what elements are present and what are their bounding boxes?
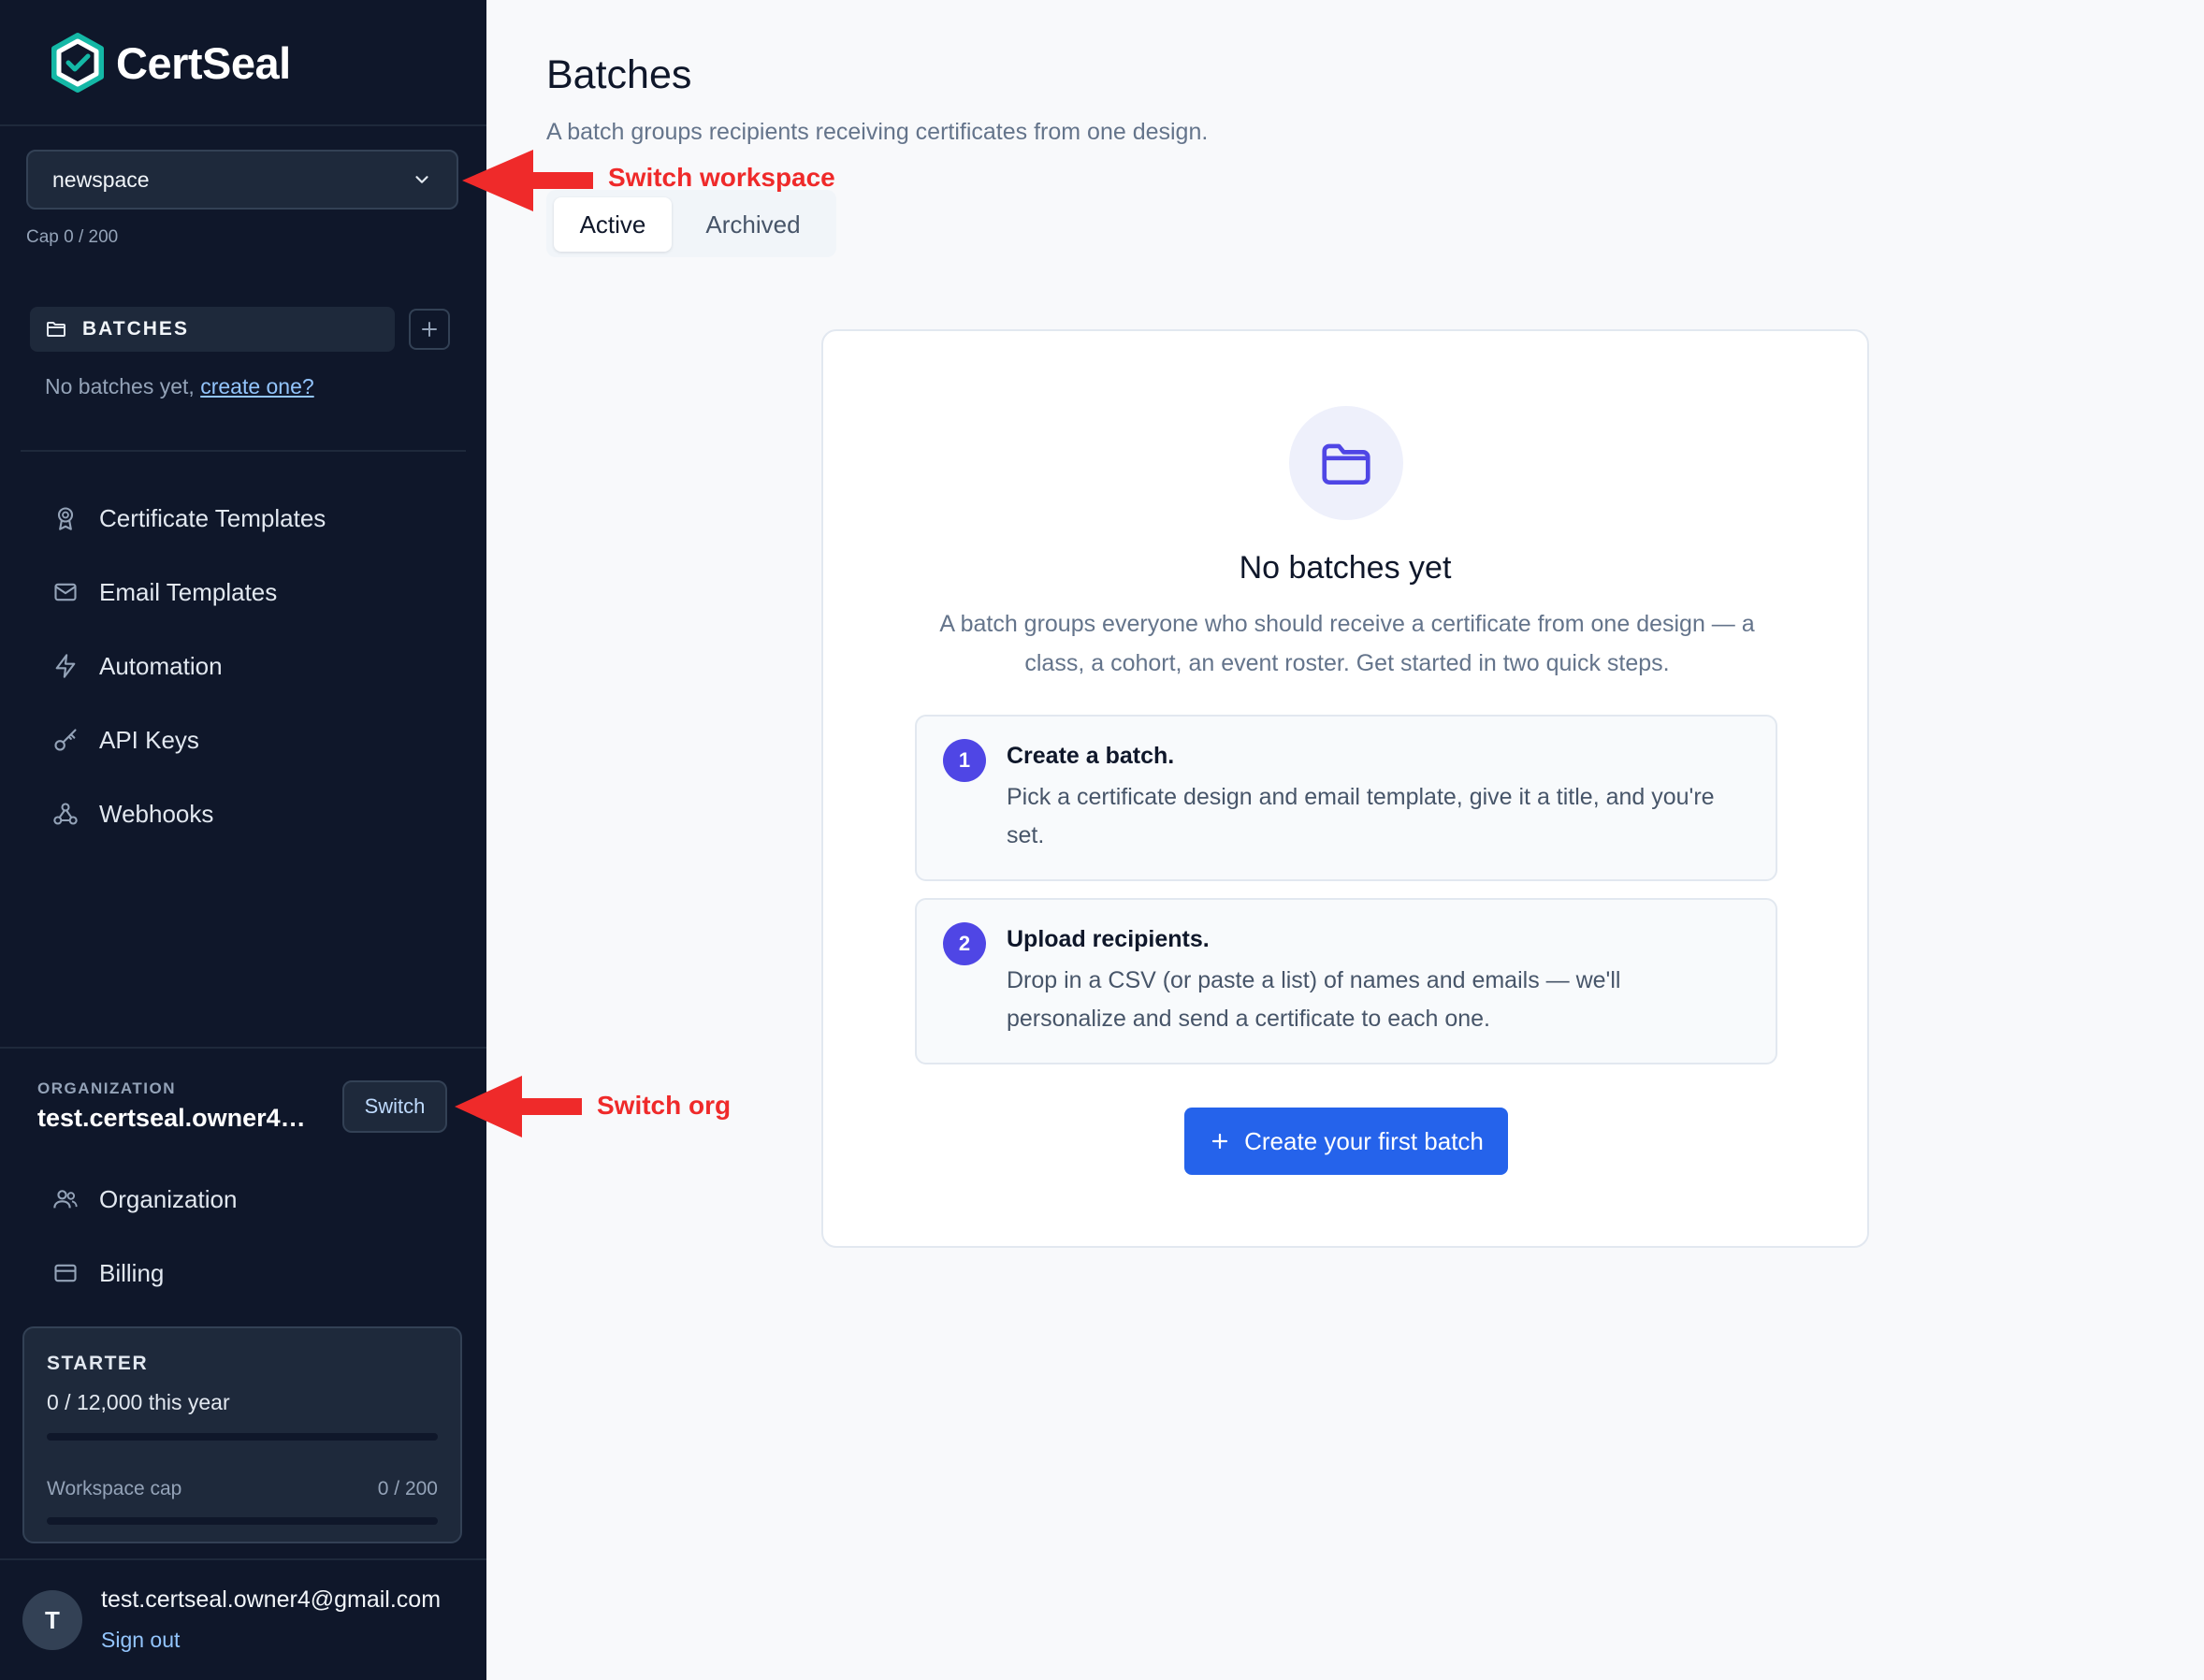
- webhook-icon: [53, 803, 78, 825]
- plan-usage-bar: [47, 1433, 438, 1441]
- nav-label: Billing: [99, 1258, 165, 1287]
- create-first-batch-label: Create your first batch: [1244, 1126, 1484, 1155]
- nav-item-email-templates[interactable]: Email Templates: [52, 573, 277, 611]
- page-subtitle: A batch groups recipients receiving cert…: [546, 119, 1209, 145]
- workspace-cap-label: Workspace cap: [47, 1478, 182, 1499]
- key-icon: [54, 729, 77, 751]
- batches-section-label: BATCHES: [82, 318, 189, 340]
- workspace-cap-bar: [47, 1517, 438, 1525]
- plan-usage-text: 0 / 12,000 this year: [47, 1390, 230, 1414]
- nav-item-certificate-templates[interactable]: Certificate Templates: [52, 500, 326, 537]
- annotation-switch-workspace: Switch workspace: [608, 163, 835, 192]
- nav-label: Email Templates: [99, 577, 278, 606]
- empty-state-illustration: [1289, 406, 1403, 520]
- sign-out-link[interactable]: Sign out: [101, 1628, 180, 1653]
- credit-card-icon: [54, 1264, 77, 1282]
- nav-label: Organization: [99, 1184, 238, 1213]
- create-first-batch-button[interactable]: Create your first batch: [1184, 1108, 1508, 1175]
- nav-label: Automation: [99, 651, 223, 680]
- divider: [21, 450, 466, 452]
- page-title: Batches: [546, 52, 692, 97]
- onboarding-step: 2 Upload recipients. Drop in a CSV (or p…: [915, 898, 1777, 1064]
- empty-state-card: No batches yet A batch groups everyone w…: [821, 329, 1869, 1248]
- zap-icon: [55, 654, 76, 678]
- batches-section-header[interactable]: BATCHES: [30, 307, 395, 352]
- user-email: test.certseal.owner4@gmail.com: [101, 1586, 442, 1613]
- nav-item-organization[interactable]: Organization: [52, 1180, 237, 1218]
- certseal-logo-icon: [51, 33, 104, 93]
- award-icon: [57, 507, 74, 530]
- nav-label: API Keys: [99, 725, 199, 754]
- plan-usage-card: STARTER 0 / 12,000 this year Workspace c…: [22, 1326, 462, 1543]
- step-title: Upload recipients.: [1007, 926, 1210, 952]
- organization-caption: ORGANIZATION: [37, 1079, 177, 1097]
- create-batch-link[interactable]: create one?: [200, 374, 313, 398]
- empty-state-description: A batch groups everyone who should recei…: [939, 611, 1755, 676]
- annotation-arrow-workspace-icon: [462, 150, 593, 211]
- nav-item-billing[interactable]: Billing: [52, 1254, 164, 1292]
- sidebar: CertSeal newspace Cap 0 / 200 BATCHES No…: [0, 0, 486, 1680]
- app-logo[interactable]: CertSeal: [47, 32, 291, 94]
- workspace-cap-value: 0 / 200: [377, 1478, 438, 1499]
- divider: [0, 1558, 486, 1560]
- tab-archived[interactable]: Archived: [683, 197, 823, 252]
- plus-icon: [422, 322, 437, 337]
- plus-icon: [1212, 1133, 1228, 1150]
- step-number-badge: 1: [943, 739, 986, 782]
- users-icon: [53, 1190, 78, 1209]
- folder-icon: [47, 322, 65, 337]
- workspace-cap: Cap 0 / 200: [26, 227, 119, 247]
- annotation-arrow-org-icon: [455, 1076, 582, 1137]
- empty-state-title: No batches yet: [1239, 550, 1452, 586]
- divider: [0, 124, 486, 126]
- divider: [0, 1047, 486, 1049]
- nav-label: Certificate Templates: [99, 503, 326, 532]
- switch-org-button[interactable]: Switch: [342, 1080, 447, 1133]
- step-title: Create a batch.: [1007, 743, 1175, 769]
- add-batch-button[interactable]: [409, 309, 450, 350]
- folder-icon: [1322, 443, 1370, 485]
- step-text: Pick a certificate design and email temp…: [1007, 784, 1715, 848]
- annotation-switch-org: Switch org: [597, 1091, 732, 1120]
- mail-icon: [54, 583, 77, 601]
- chevron-down-icon: [415, 176, 428, 183]
- workspace-select[interactable]: newspace: [26, 150, 458, 210]
- nav-label: Webhooks: [99, 799, 214, 828]
- step-text: Drop in a CSV (or paste a list) of names…: [1007, 967, 1621, 1032]
- avatar: T: [22, 1590, 82, 1650]
- nav-item-automation[interactable]: Automation: [52, 647, 223, 685]
- no-batches-text: No batches yet,: [45, 374, 201, 398]
- nav-item-api-keys[interactable]: API Keys: [52, 721, 199, 759]
- organization-name: test.certseal.owner4@g...: [37, 1104, 327, 1132]
- plan-name: STARTER: [47, 1353, 149, 1374]
- app-name: CertSeal: [116, 37, 291, 88]
- step-number-badge: 2: [943, 922, 986, 965]
- nav-item-webhooks[interactable]: Webhooks: [52, 795, 213, 833]
- workspace-select-value: newspace: [52, 167, 150, 192]
- no-batches-message: No batches yet, create one?: [45, 374, 314, 399]
- onboarding-step: 1 Create a batch. Pick a certificate des…: [915, 715, 1777, 881]
